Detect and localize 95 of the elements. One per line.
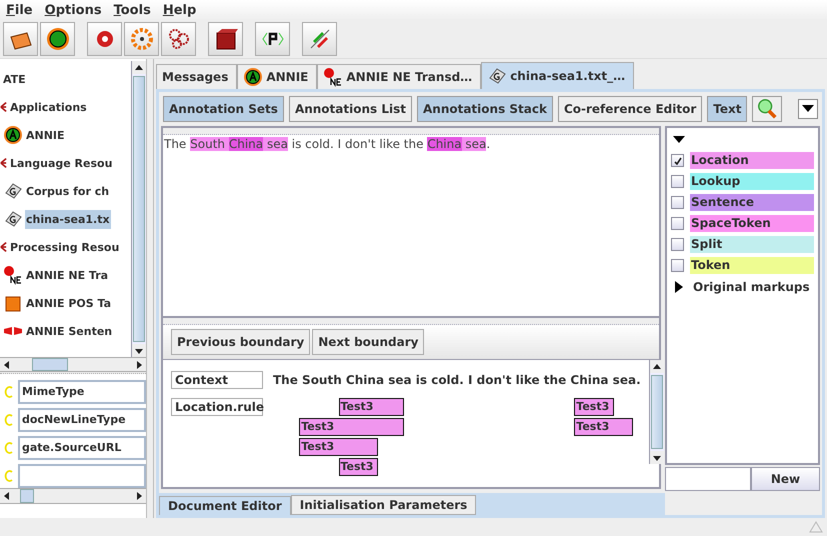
tab[interactable]: Messages — [156, 64, 238, 89]
annie-icon — [3, 125, 23, 145]
annotation-type[interactable]: Split — [690, 236, 814, 253]
feature-field[interactable] — [18, 464, 146, 488]
scroll-arrow-icon[interactable] — [3, 492, 11, 500]
horizontal-scrollbar[interactable] — [0, 357, 146, 372]
gear-icon[interactable] — [124, 22, 159, 56]
view-toggle-button[interactable]: Annotation Sets — [163, 96, 284, 122]
tree-item[interactable]: ATE — [2, 70, 27, 88]
annotation-box[interactable]: Test3 — [338, 398, 404, 416]
tree-item[interactable]: Language Resou — [9, 154, 114, 172]
tree-item[interactable]: ANNIE POS Ta — [25, 294, 112, 312]
class-icon — [4, 441, 14, 455]
class-icon — [4, 385, 14, 399]
tab[interactable]: Document Editor — [159, 496, 291, 515]
flower-icon — [323, 67, 344, 87]
box-icon[interactable] — [208, 22, 243, 56]
annotation-type[interactable]: SpaceToken — [690, 215, 814, 232]
annotation-type[interactable]: Lookup — [690, 173, 814, 190]
tree-item[interactable]: ANNIE NE Tra — [25, 266, 110, 284]
wheel-icon[interactable] — [87, 22, 122, 56]
scroll-thumb[interactable] — [32, 358, 68, 371]
annie-icon[interactable] — [40, 22, 75, 56]
annotation-box[interactable]: Test3 — [574, 418, 634, 436]
tree-item[interactable]: ANNIE Senten — [25, 322, 114, 340]
feature-field[interactable]: gate.SourceURL — [18, 436, 146, 460]
checkbox[interactable] — [671, 217, 684, 230]
class-icon — [4, 413, 14, 427]
scroll-thumb[interactable] — [20, 489, 34, 503]
tab[interactable]: ANNIE NE Transd… — [317, 64, 482, 89]
document-icon — [3, 181, 23, 201]
annotation-type[interactable]: Sentence — [690, 194, 814, 211]
class-icon — [4, 469, 14, 483]
menu-item[interactable]: Help — [162, 2, 196, 18]
checkbox[interactable] — [671, 238, 684, 251]
scroll-arrow-icon[interactable] — [652, 362, 661, 370]
context-label: Context — [171, 371, 263, 389]
scroll-arrow-icon[interactable] — [3, 360, 11, 368]
tab[interactable]: ANNIE — [237, 64, 318, 89]
menu-item[interactable]: Options — [44, 2, 102, 18]
document-text[interactable]: The South China sea is cold. I don't like the China sea. — [163, 135, 492, 153]
set-name-field[interactable] — [665, 467, 751, 491]
view-toggle-button[interactable]: Annotations List — [288, 96, 412, 122]
expand-icon[interactable] — [675, 280, 683, 292]
tree-item[interactable]: Applications — [9, 98, 88, 116]
boundary-button[interactable]: Next boundary — [312, 329, 424, 355]
category-icon — [0, 240, 7, 254]
tree-item[interactable]: ANNIE — [25, 126, 66, 144]
document-icon — [3, 209, 23, 229]
tab[interactable]: china-sea1.txt_… — [481, 62, 634, 89]
scroll-arrow-icon[interactable] — [652, 454, 661, 462]
annotation-box[interactable]: Test3 — [299, 438, 378, 456]
annotation-type[interactable]: Token — [690, 257, 814, 274]
annotation-type[interactable]: Location — [690, 152, 814, 169]
tree-item[interactable]: china-sea1.tx — [25, 210, 111, 228]
tab[interactable]: Initialisation Parameters — [290, 495, 476, 515]
annotation-box[interactable]: Test3 — [299, 418, 404, 436]
new-button[interactable]: New — [751, 467, 820, 491]
category-icon — [0, 156, 7, 170]
category-icon — [0, 100, 7, 114]
expand-icon[interactable] — [673, 136, 685, 144]
checkbox[interactable] — [671, 196, 684, 209]
menu-item[interactable]: File — [6, 2, 33, 18]
checkbox[interactable] — [671, 259, 684, 272]
annotation-type-label: Location.rule — [171, 398, 263, 416]
vertical-scrollbar[interactable] — [131, 61, 146, 357]
annotation-box[interactable]: Test3 — [338, 458, 378, 476]
tree-item[interactable]: Processing Resou — [9, 238, 120, 256]
vertical-scrollbar[interactable] — [648, 360, 664, 464]
folder-icon[interactable] — [3, 22, 38, 56]
menu-item[interactable]: Tools — [114, 2, 151, 18]
search-icon[interactable] — [752, 96, 782, 122]
context-text: The South China sea is cold. I don't like the China sea. — [273, 373, 641, 387]
horizontal-scrollbar[interactable] — [0, 488, 146, 504]
boundary-button[interactable]: Previous boundary — [171, 329, 310, 355]
annotation-set[interactable]: Original markups — [693, 280, 810, 294]
view-toggle-button[interactable]: Text — [707, 96, 748, 122]
scroll-arrow-icon[interactable] — [135, 492, 143, 500]
tree-item[interactable]: Corpus for ch — [25, 182, 110, 200]
warning-icon — [809, 521, 823, 533]
view-toggle-button[interactable]: Annotations Stack — [416, 96, 553, 122]
document-icon — [487, 66, 508, 86]
checkbox[interactable] — [671, 154, 684, 167]
gears-icon[interactable] — [161, 22, 196, 56]
scroll-arrow-icon[interactable] — [135, 64, 143, 72]
feature-field[interactable]: docNewLineType — [18, 408, 146, 432]
pencils-icon[interactable] — [302, 22, 337, 56]
plugin-icon[interactable] — [255, 22, 290, 56]
annotation-box[interactable]: Test3 — [574, 398, 614, 416]
dropdown-icon[interactable] — [798, 99, 818, 119]
checkbox[interactable] — [671, 175, 684, 188]
view-toggle-button[interactable]: Co-reference Editor — [558, 96, 702, 122]
annie-icon — [243, 67, 264, 87]
flower-icon — [3, 265, 23, 285]
feature-field[interactable]: MimeType — [18, 380, 146, 404]
